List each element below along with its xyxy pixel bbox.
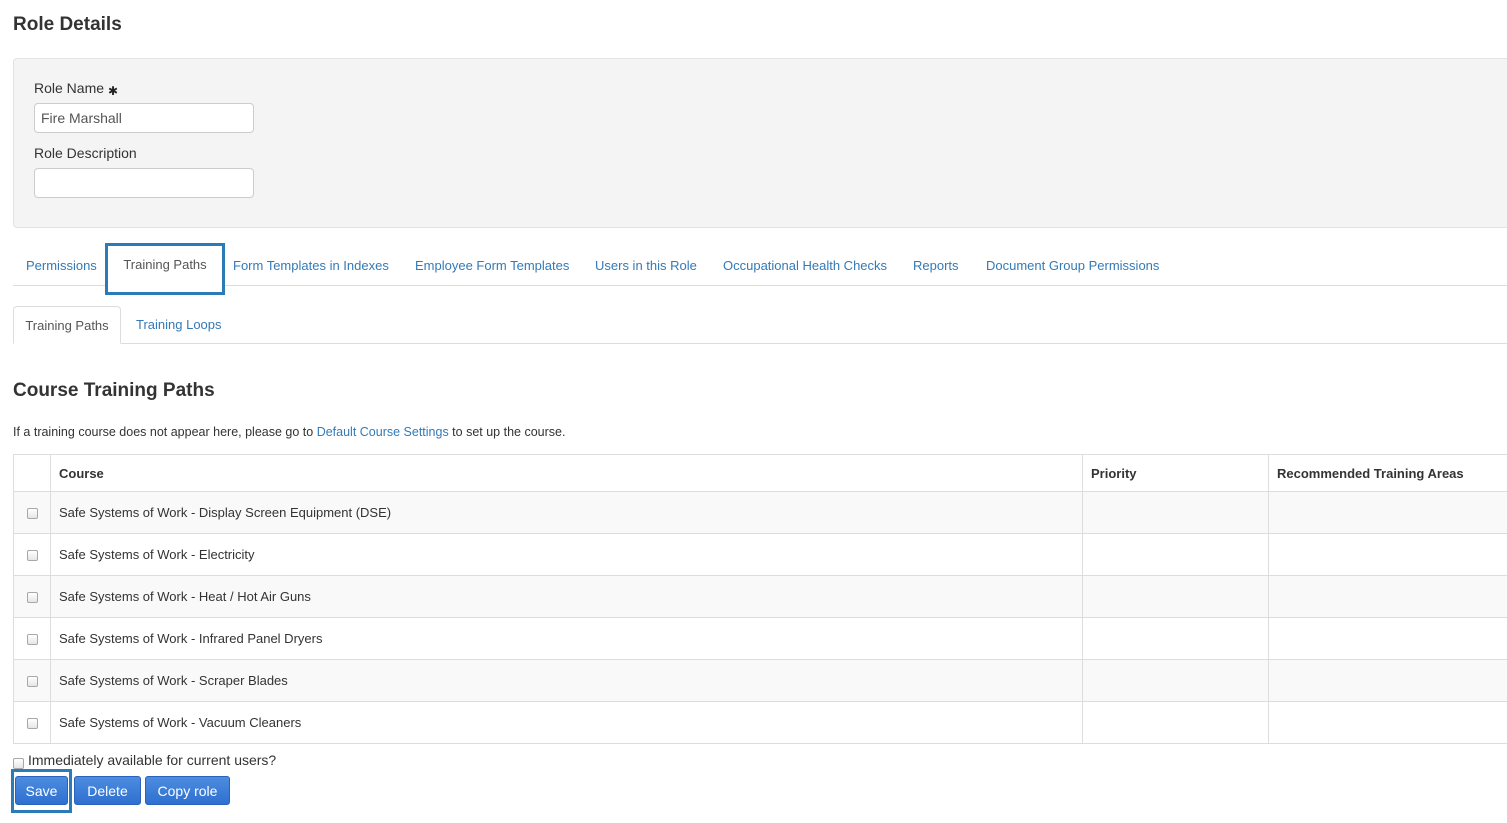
areas-cell [1268, 659, 1507, 702]
priority-cell [1082, 617, 1269, 660]
default-course-settings-link[interactable]: Default Course Settings [317, 425, 449, 439]
areas-cell [1268, 575, 1507, 618]
areas-cell [1268, 533, 1507, 576]
course-table: Course Priority Recommended Training Are… [13, 454, 1507, 744]
subtab-training-paths[interactable]: Training Paths [13, 306, 121, 344]
course-name: Safe Systems of Work - Heat / Hot Air Gu… [50, 575, 1083, 618]
tab-permissions[interactable]: Permissions [26, 246, 97, 286]
role-tabs: Permissions Form Templates in Indexes Em… [13, 246, 1507, 286]
tab-occupational-health-checks[interactable]: Occupational Health Checks [723, 246, 887, 286]
tab-employee-form-templates[interactable]: Employee Form Templates [415, 246, 569, 286]
row-checkbox[interactable] [26, 676, 38, 688]
tab-training-paths[interactable]: Training Paths [105, 243, 225, 295]
priority-column-header: Priority [1082, 454, 1269, 492]
course-name: Safe Systems of Work - Display Screen Eq… [50, 491, 1083, 534]
areas-cell [1268, 617, 1507, 660]
priority-cell [1082, 701, 1269, 744]
training-subtabs: Training Paths Training Loops [13, 306, 1507, 344]
priority-cell [1082, 575, 1269, 618]
row-checkbox[interactable] [26, 592, 38, 604]
course-column-header: Course [50, 454, 1083, 492]
priority-cell [1082, 491, 1269, 534]
subtab-training-loops[interactable]: Training Loops [136, 306, 222, 344]
table-header-row: Course Priority Recommended Training Are… [13, 454, 1507, 492]
table-row: Safe Systems of Work - Electricity [13, 533, 1507, 576]
priority-cell [1082, 533, 1269, 576]
immediately-available-checkbox[interactable] [13, 757, 24, 769]
course-name: Safe Systems of Work - Electricity [50, 533, 1083, 576]
table-row: Safe Systems of Work - Heat / Hot Air Gu… [13, 575, 1507, 618]
select-column-header [13, 454, 51, 492]
save-button-underline [16, 805, 67, 807]
row-checkbox[interactable] [26, 550, 38, 562]
delete-button[interactable]: Delete [74, 776, 141, 805]
required-asterisk-icon: ✱ [108, 84, 119, 98]
tab-users-in-this-role[interactable]: Users in this Role [595, 246, 697, 286]
areas-cell [1268, 701, 1507, 744]
course-name: Safe Systems of Work - Infrared Panel Dr… [50, 617, 1083, 660]
section-title: Course Training Paths [13, 380, 215, 401]
areas-cell [1268, 491, 1507, 534]
copy-role-button[interactable]: Copy role [145, 776, 230, 805]
immediately-available-label: Immediately available for current users? [28, 752, 277, 768]
table-row: Safe Systems of Work - Display Screen Eq… [13, 491, 1507, 534]
role-details-panel: Role Name✱ Role Description [13, 58, 1507, 228]
table-row: Safe Systems of Work - Infrared Panel Dr… [13, 617, 1507, 660]
table-row: Safe Systems of Work - Vacuum Cleaners [13, 701, 1507, 744]
role-name-input[interactable] [34, 103, 254, 133]
course-name: Safe Systems of Work - Scraper Blades [50, 659, 1083, 702]
immediately-available-option: Immediately available for current users? [13, 752, 277, 769]
tab-training-paths-label: Training Paths [123, 257, 207, 272]
tab-document-group-permissions[interactable]: Document Group Permissions [986, 246, 1159, 286]
priority-cell [1082, 659, 1269, 702]
help-text: If a training course does not appear her… [13, 425, 566, 439]
row-checkbox[interactable] [26, 508, 38, 520]
tab-form-templates-in-indexes[interactable]: Form Templates in Indexes [233, 246, 389, 286]
role-description-label: Role Description [34, 145, 137, 161]
save-button[interactable]: Save [15, 776, 68, 805]
row-checkbox[interactable] [26, 718, 38, 730]
table-row: Safe Systems of Work - Scraper Blades [13, 659, 1507, 702]
role-name-label: Role Name ✱ [34, 80, 119, 98]
role-description-input[interactable] [34, 168, 254, 198]
row-checkbox[interactable] [26, 634, 38, 646]
page-title: Role Details [13, 14, 122, 35]
recommended-areas-column-header: Recommended Training Areas [1268, 454, 1507, 492]
tab-reports[interactable]: Reports [913, 246, 959, 286]
course-name: Safe Systems of Work - Vacuum Cleaners [50, 701, 1083, 744]
